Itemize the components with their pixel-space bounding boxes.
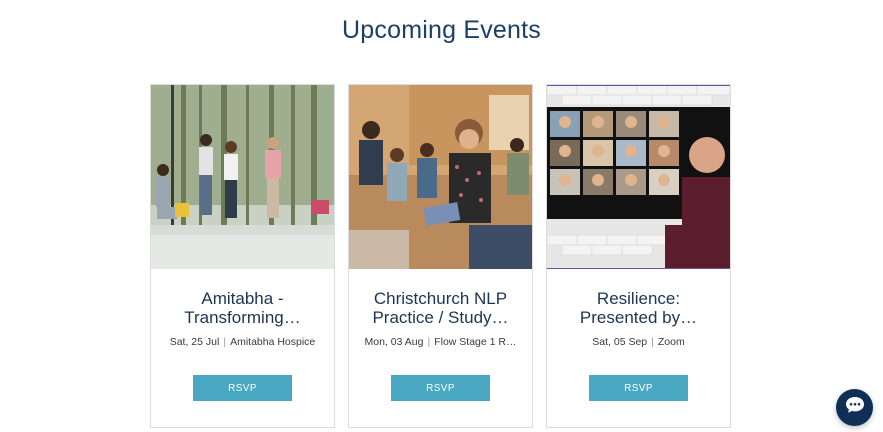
event-title-line: Amitabha -: [201, 289, 284, 308]
event-title-line: Transforming…: [184, 308, 301, 327]
event-date: Sat, 25 Jul: [169, 336, 220, 348]
meta-separator: |: [223, 336, 227, 348]
event-meta: Sat, 05 Sep | Zoom: [551, 336, 726, 348]
event-card[interactable]: Christchurch NLP Practice / Study… Mon, …: [348, 84, 533, 428]
event-date: Mon, 03 Aug: [364, 336, 424, 348]
event-title[interactable]: Resilience: Presented by…: [555, 289, 722, 329]
rsvp-button[interactable]: RSVP: [391, 375, 490, 401]
meta-separator: |: [427, 336, 431, 348]
event-title-line: Presented by…: [579, 308, 698, 327]
section-title: Upcoming Events: [342, 16, 541, 44]
meta-separator: |: [651, 336, 654, 348]
event-cards: Amitabha - Transforming… Sat, 25 Jul | Ami…: [150, 84, 731, 428]
event-location: Zoom: [657, 336, 685, 348]
rsvp-button[interactable]: RSVP: [589, 375, 688, 401]
chat-bubble-icon: [845, 396, 865, 419]
event-date: Sat, 05 Sep: [592, 336, 648, 348]
event-meta: Mon, 03 Aug | Flow Stage 1 R…: [353, 336, 528, 348]
event-card[interactable]: Amitabha - Transforming… Sat, 25 Jul | Ami…: [150, 84, 335, 428]
event-title[interactable]: Amitabha - Transforming…: [159, 289, 326, 329]
event-location: Flow Stage 1 R…: [434, 336, 517, 348]
event-title-line: Practice / Study…: [372, 308, 509, 327]
event-title-line: Resilience:: [596, 289, 681, 308]
event-meta: Sat, 25 Jul | Amitabha Hospice: [155, 336, 330, 348]
event-title[interactable]: Christchurch NLP Practice / Study…: [357, 289, 524, 329]
event-image-group-forest[interactable]: [151, 85, 334, 269]
event-image-group-discussion[interactable]: [349, 85, 532, 269]
event-image-video-call[interactable]: [547, 85, 730, 269]
event-card[interactable]: Resilience: Presented by… Sat, 05 Sep | Zo…: [546, 84, 731, 428]
event-location: Amitabha Hospice: [230, 336, 316, 348]
event-title-line: Christchurch NLP: [373, 289, 508, 308]
rsvp-button[interactable]: RSVP: [193, 375, 292, 401]
chat-launcher-button[interactable]: [836, 389, 873, 426]
